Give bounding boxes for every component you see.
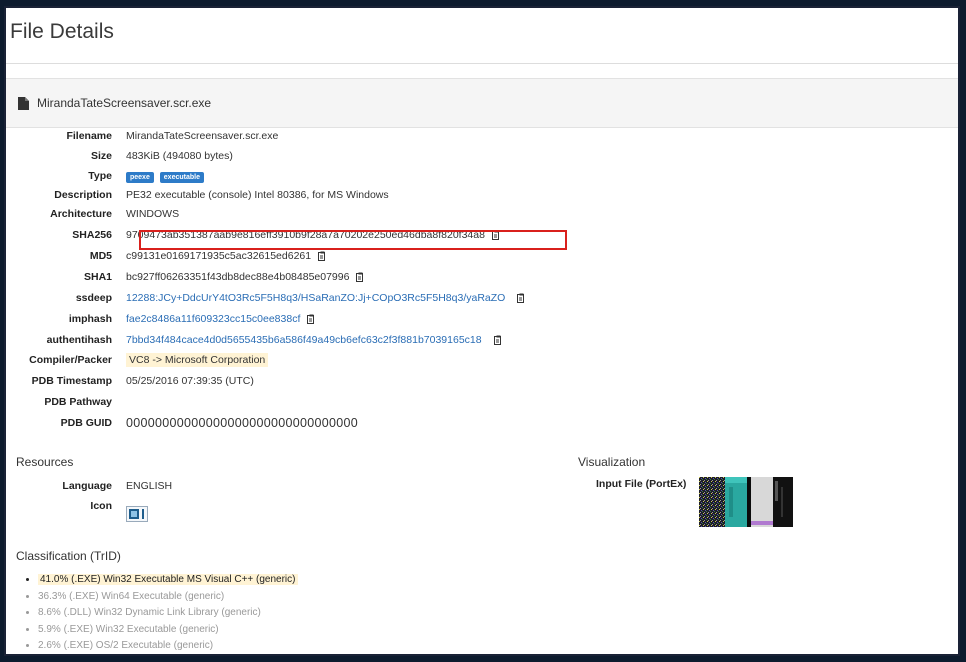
row-icon: Icon <box>6 498 148 522</box>
file-icon <box>18 96 29 110</box>
list-item: 2.6% (.EXE) OS/2 Executable (generic) <box>38 638 298 654</box>
label-imphash: imphash <box>68 313 112 325</box>
page-title: File Details <box>10 20 114 43</box>
value-size: 483KiB (494080 bytes) <box>126 150 233 162</box>
label-input-file: Input File (PortEx) <box>596 478 687 490</box>
label-filename: Filename <box>66 130 112 142</box>
value-authentihash-link[interactable]: 7bbd34f484cace4d0d5655435b6a586f49a49cb6… <box>126 334 482 346</box>
value-md5: c99131e0169171935c5ac32615ed6261 <box>126 250 312 262</box>
type-badge-executable[interactable]: executable <box>159 171 204 183</box>
classification-list: 41.0% (.EXE) Win32 Executable MS Visual … <box>26 572 298 654</box>
label-description: Description <box>54 189 112 201</box>
label-ssdeep: ssdeep <box>75 292 112 304</box>
resources-title: Resources <box>16 455 74 469</box>
row-architecture: Architecture WINDOWS <box>6 206 179 222</box>
classification-title: Classification (TrID) <box>16 549 121 563</box>
label-md5: MD5 <box>89 250 112 262</box>
list-item: 36.3% (.EXE) Win64 Executable (generic) <box>38 589 298 606</box>
row-sha1: SHA1 bc927ff06263351f43db8dec88e4b08485e… <box>6 269 365 285</box>
label-language: Language <box>62 480 112 492</box>
value-filename: MirandaTateScreensaver.scr.exe <box>126 130 279 142</box>
label-pdb-guid: PDB GUID <box>60 417 112 429</box>
list-item: 41.0% (.EXE) Win32 Executable MS Visual … <box>38 572 298 589</box>
row-md5: MD5 c99131e0169171935c5ac32615ed6261 <box>6 248 327 264</box>
copy-sha1-icon[interactable] <box>356 272 365 282</box>
title-divider <box>6 63 958 64</box>
label-size: Size <box>90 150 112 162</box>
copy-authentihash-icon[interactable] <box>493 335 503 345</box>
file-details-frame: File Details MirandaTateScreensaver.scr.… <box>4 6 960 656</box>
row-size: Size 483KiB (494080 bytes) <box>6 148 233 164</box>
file-panel-header: MirandaTateScreensaver.scr.exe <box>6 78 958 128</box>
label-authentihash: authentihash <box>46 334 112 346</box>
list-item: 8.6% (.DLL) Win32 Dynamic Link Library (… <box>38 605 298 622</box>
resource-icon-thumbnail[interactable] <box>126 506 148 522</box>
label-pdb-timestamp: PDB Timestamp <box>31 375 112 387</box>
value-architecture: WINDOWS <box>126 208 180 220</box>
row-filename: Filename MirandaTateScreensaver.scr.exe <box>6 128 278 144</box>
value-description: PE32 executable (console) Intel 80386, f… <box>126 189 389 201</box>
copy-ssdeep-icon[interactable] <box>517 293 526 303</box>
label-icon: Icon <box>90 500 112 512</box>
visualization-title: Visualization <box>578 455 646 469</box>
label-compiler: Compiler/Packer <box>29 354 112 366</box>
row-pdb-guid: PDB GUID 0000000000000000000000000000000… <box>6 415 358 431</box>
type-badge-peexe[interactable]: peexe <box>126 171 154 183</box>
row-type: Type peexe executable <box>6 168 207 184</box>
value-pdb-timestamp: 05/25/2016 07:39:35 (UTC) <box>126 375 254 387</box>
label-pdb-pathway: PDB Pathway <box>44 396 112 408</box>
row-language: Language ENGLISH <box>6 478 172 494</box>
copy-md5-icon[interactable] <box>318 251 327 261</box>
row-pdb-timestamp: PDB Timestamp 05/25/2016 07:39:35 (UTC) <box>6 373 254 389</box>
panel-filename: MirandaTateScreensaver.scr.exe <box>37 96 212 110</box>
row-pdb-pathway: PDB Pathway <box>6 394 126 410</box>
value-imphash-link[interactable]: fae2c8486a11f609323cc15c0ee838cf <box>126 313 300 325</box>
copy-imphash-icon[interactable] <box>307 314 316 324</box>
sha256-highlight-box <box>139 230 567 250</box>
label-sha256: SHA256 <box>72 229 112 241</box>
label-architecture: Architecture <box>50 208 112 220</box>
value-compiler: VC8 -> Microsoft Corporation <box>126 353 269 367</box>
value-pdb-guid: 00000000000000000000000000000000 <box>126 416 359 430</box>
value-language: ENGLISH <box>126 480 173 492</box>
row-ssdeep: ssdeep 12288:JCy+DdcUrY4tO3Rc5F5H8q3/HSa… <box>6 290 526 306</box>
row-authentihash: authentihash 7bbd34f484cace4d0d5655435b6… <box>6 332 503 348</box>
row-compiler: Compiler/Packer VC8 -> Microsoft Corpora… <box>6 352 269 368</box>
list-item: 5.9% (.EXE) Win32 Executable (generic) <box>38 622 298 639</box>
value-sha1: bc927ff06263351f43db8dec88e4b08485e07996 <box>126 271 350 283</box>
row-description: Description PE32 executable (console) In… <box>6 187 389 203</box>
label-type: Type <box>88 170 112 182</box>
value-ssdeep-link[interactable]: 12288:JCy+DdcUrY4tO3Rc5F5H8q3/HSaRanZO:J… <box>126 292 505 304</box>
label-sha1: SHA1 <box>83 271 112 283</box>
row-imphash: imphash fae2c8486a11f609323cc15c0ee838cf <box>6 311 316 327</box>
portex-visualization-image[interactable] <box>699 477 793 527</box>
